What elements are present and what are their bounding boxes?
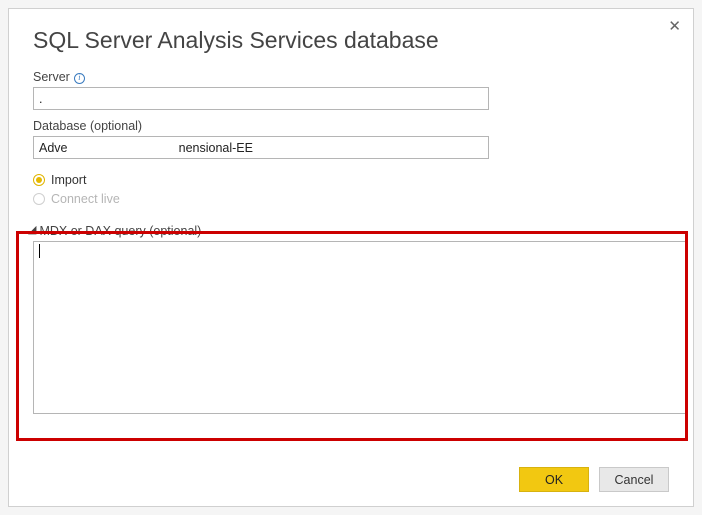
database-input[interactable] [33, 136, 489, 159]
connection-mode-group: Import Connect live [33, 173, 669, 206]
text-cursor [39, 244, 40, 258]
radio-icon [33, 174, 45, 186]
query-label: MDX or DAX query (optional) [39, 224, 201, 238]
server-input[interactable] [33, 87, 489, 110]
query-textarea[interactable] [33, 241, 688, 414]
radio-connect-live-label: Connect live [51, 192, 120, 206]
radio-icon [33, 193, 45, 205]
server-label-row: Server i [33, 70, 669, 84]
radio-import-label: Import [51, 173, 86, 187]
close-icon[interactable]: ✕ [668, 17, 681, 35]
query-expander[interactable]: ◢ MDX or DAX query (optional) [28, 224, 669, 238]
caret-down-icon: ◢ [28, 225, 36, 236]
dialog-title: SQL Server Analysis Services database [33, 27, 669, 54]
cancel-button[interactable]: Cancel [599, 467, 669, 492]
dialog-button-row: OK Cancel [519, 467, 669, 492]
database-label: Database (optional) [33, 119, 669, 133]
info-icon[interactable]: i [74, 73, 85, 84]
radio-import[interactable]: Import [33, 173, 669, 187]
ssas-connection-dialog: ✕ SQL Server Analysis Services database … [8, 8, 694, 507]
radio-connect-live: Connect live [33, 192, 669, 206]
ok-button[interactable]: OK [519, 467, 589, 492]
server-label: Server [33, 70, 70, 84]
